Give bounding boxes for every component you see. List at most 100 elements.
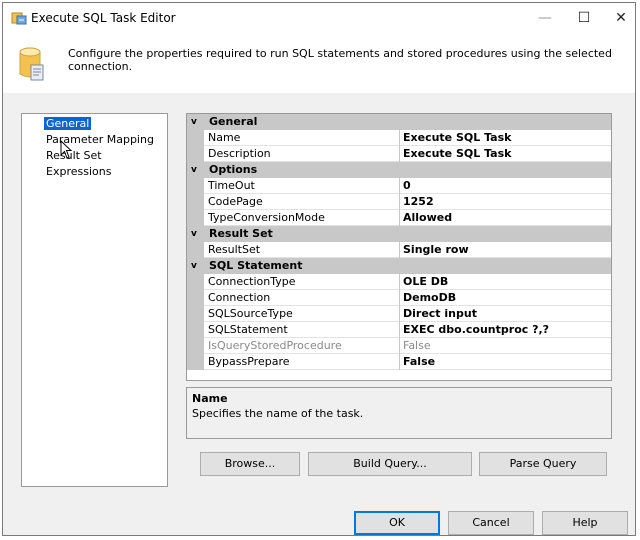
dialog-header: Configure the properties required to run… xyxy=(3,33,635,93)
property-name: CodePage xyxy=(208,195,263,208)
property-row-connectiontype[interactable]: ConnectionType OLE DB xyxy=(187,274,611,290)
row-gutter xyxy=(187,146,204,162)
property-name: ResultSet xyxy=(208,243,261,256)
column-divider xyxy=(399,178,400,194)
property-name: SQLSourceType xyxy=(208,307,293,320)
property-value[interactable]: OLE DB xyxy=(403,274,448,290)
row-gutter xyxy=(187,178,204,194)
browse-button[interactable]: Browse... xyxy=(200,452,300,476)
property-value: False xyxy=(403,339,431,352)
property-name: TimeOut xyxy=(208,179,255,192)
column-divider xyxy=(399,354,400,370)
nav-item-label: Expressions xyxy=(46,165,112,178)
property-row-connection[interactable]: Connection DemoDB xyxy=(187,290,611,306)
help-button[interactable]: Help xyxy=(542,511,628,535)
chevron-down-icon[interactable]: v xyxy=(191,114,205,130)
window-title: Execute SQL Task Editor xyxy=(31,11,176,25)
app-icon xyxy=(11,12,27,25)
column-divider xyxy=(399,274,400,290)
ok-button[interactable]: OK xyxy=(354,511,440,535)
property-row-codepage[interactable]: CodePage 1252 xyxy=(187,194,611,210)
row-gutter xyxy=(187,322,204,338)
category-label: SQL Statement xyxy=(209,259,303,272)
nav-item-parameter-mapping[interactable]: Parameter Mapping xyxy=(22,132,167,148)
page-navigation: General Parameter Mapping Result Set Exp… xyxy=(21,113,168,487)
property-value[interactable]: Execute SQL Task xyxy=(403,146,511,162)
property-row-typeconversionmode[interactable]: TypeConversionMode Allowed xyxy=(187,210,611,226)
column-divider xyxy=(399,146,400,162)
property-grid[interactable]: v General Name Execute SQL Task Descript… xyxy=(186,113,612,381)
build-query-button[interactable]: Build Query... xyxy=(308,452,472,476)
property-name: IsQueryStoredProcedure xyxy=(208,339,342,352)
property-row-name[interactable]: Name Execute SQL Task xyxy=(187,130,611,146)
row-gutter xyxy=(187,274,204,290)
property-row-bypassprepare[interactable]: BypassPrepare False xyxy=(187,354,611,370)
property-description-panel: Name Specifies the name of the task. xyxy=(186,387,612,439)
chevron-down-icon[interactable]: v xyxy=(191,258,205,274)
row-gutter xyxy=(187,290,204,306)
column-divider xyxy=(399,210,400,226)
column-divider xyxy=(399,322,400,338)
category-label: General xyxy=(209,115,258,128)
category-general[interactable]: v General xyxy=(187,114,611,130)
property-row-resultset[interactable]: ResultSet Single row xyxy=(187,242,611,258)
category-sql-statement[interactable]: v SQL Statement xyxy=(187,258,611,274)
property-value[interactable]: 1252 xyxy=(403,194,434,210)
chevron-down-icon[interactable]: v xyxy=(191,162,205,178)
property-value[interactable]: EXEC dbo.countproc ?,? xyxy=(403,322,549,338)
row-gutter xyxy=(187,194,204,210)
property-name: BypassPrepare xyxy=(208,355,290,368)
property-name: Name xyxy=(208,131,241,144)
description-title: Name xyxy=(192,392,228,405)
property-name: ConnectionType xyxy=(208,275,296,288)
nav-item-general[interactable]: General xyxy=(22,116,167,132)
nav-item-result-set[interactable]: Result Set xyxy=(22,148,167,164)
row-gutter xyxy=(187,338,204,354)
parse-query-button[interactable]: Parse Query xyxy=(479,452,607,476)
close-button[interactable]: ✕ xyxy=(603,5,639,31)
column-divider xyxy=(399,306,400,322)
property-row-description[interactable]: Description Execute SQL Task xyxy=(187,146,611,162)
category-label: Result Set xyxy=(209,227,273,240)
nav-item-label: General xyxy=(44,117,92,130)
title-bar[interactable]: Execute SQL Task Editor — ☐ ✕ xyxy=(3,3,635,33)
column-divider xyxy=(399,194,400,210)
dialog-window: Execute SQL Task Editor — ☐ ✕ Configure … xyxy=(2,2,636,536)
database-icon xyxy=(19,47,44,81)
cancel-button[interactable]: Cancel xyxy=(448,511,534,535)
property-value[interactable]: DemoDB xyxy=(403,290,456,306)
property-name: TypeConversionMode xyxy=(208,211,325,224)
category-result-set[interactable]: v Result Set xyxy=(187,226,611,242)
maximize-button[interactable]: ☐ xyxy=(566,5,602,31)
property-value[interactable]: Execute SQL Task xyxy=(403,130,511,146)
category-label: Options xyxy=(209,163,258,176)
column-divider xyxy=(399,290,400,306)
description-text: Specifies the name of the task. xyxy=(192,407,364,420)
category-options[interactable]: v Options xyxy=(187,162,611,178)
column-divider xyxy=(399,338,400,354)
property-name: SQLStatement xyxy=(208,323,288,336)
property-row-sqlsourcetype[interactable]: SQLSourceType Direct input xyxy=(187,306,611,322)
property-value[interactable]: Allowed xyxy=(403,210,452,226)
property-value[interactable]: 0 xyxy=(403,178,411,194)
property-row-isquerystoredprocedure: IsQueryStoredProcedure False xyxy=(187,338,611,354)
property-row-timeout[interactable]: TimeOut 0 xyxy=(187,178,611,194)
column-divider xyxy=(399,130,400,146)
row-gutter xyxy=(187,354,204,370)
row-gutter xyxy=(187,210,204,226)
column-divider xyxy=(399,242,400,258)
minimize-button[interactable]: — xyxy=(527,5,563,31)
mouse-cursor-icon xyxy=(60,140,73,159)
property-value[interactable]: Single row xyxy=(403,242,469,258)
nav-item-expressions[interactable]: Expressions xyxy=(22,164,167,180)
property-value[interactable]: False xyxy=(403,354,435,370)
row-gutter xyxy=(187,130,204,146)
row-gutter xyxy=(187,306,204,322)
property-name: Connection xyxy=(208,291,271,304)
header-description: Configure the properties required to run… xyxy=(68,47,612,73)
chevron-down-icon[interactable]: v xyxy=(191,226,205,242)
property-row-sqlstatement[interactable]: SQLStatement EXEC dbo.countproc ?,? xyxy=(187,322,611,338)
property-name: Description xyxy=(208,147,271,160)
property-value[interactable]: Direct input xyxy=(403,306,477,322)
row-gutter xyxy=(187,242,204,258)
